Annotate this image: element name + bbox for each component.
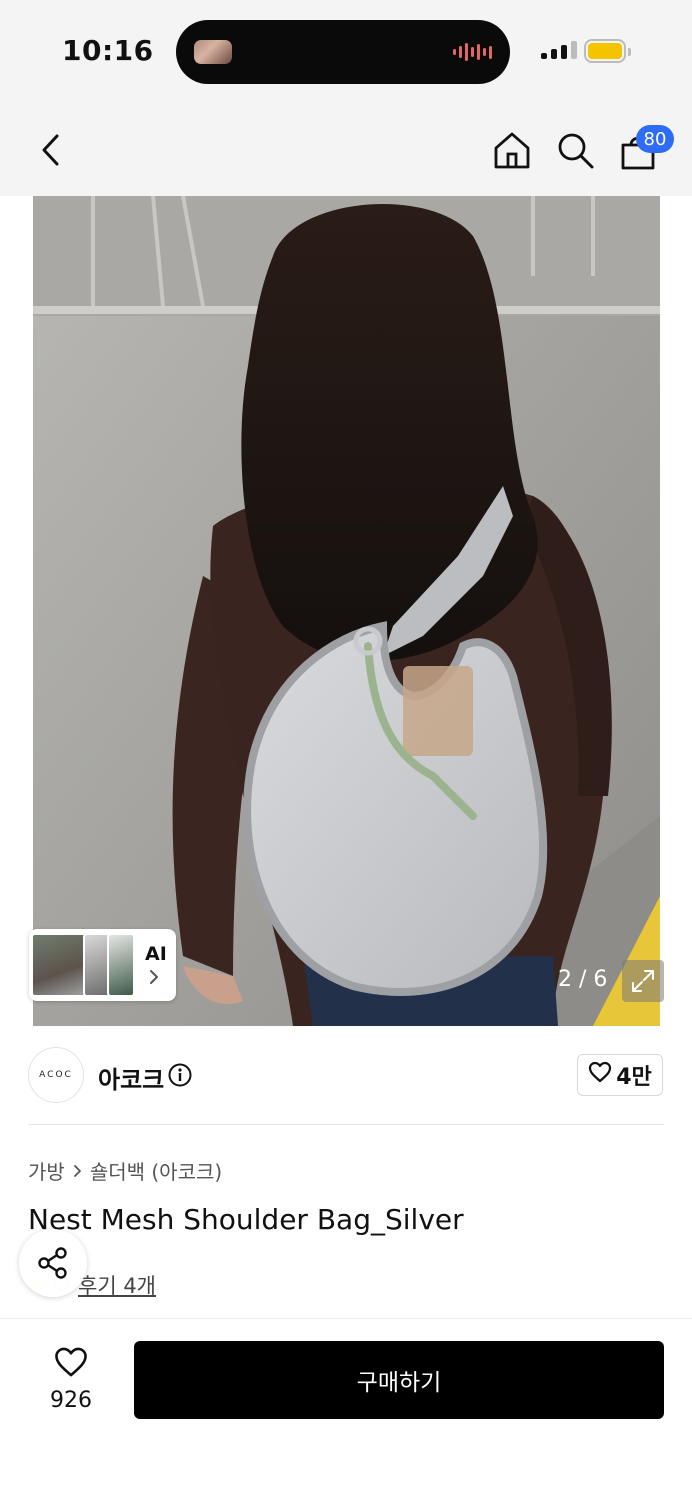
product-title: Nest Mesh Shoulder Bag_Silver <box>28 1203 464 1236</box>
search-icon[interactable] <box>553 128 597 172</box>
top-nav <box>0 100 692 196</box>
heart-icon <box>588 1061 612 1089</box>
status-bar: 10:16 <box>0 0 692 100</box>
chevron-right-icon <box>73 1159 82 1183</box>
breadcrumb-item[interactable]: 가방 <box>28 1156 65 1185</box>
back-icon[interactable] <box>28 128 72 172</box>
brand-logo[interactable]: ACOC <box>28 1047 84 1103</box>
now-playing-thumbnail <box>194 40 232 64</box>
product-image[interactable] <box>33 196 660 1026</box>
heart-icon <box>53 1347 89 1382</box>
divider <box>28 1124 664 1125</box>
brand-logo-text: ACOC <box>39 1070 73 1080</box>
cart-count-badge: 80 <box>636 125 674 153</box>
ai-thumbnail <box>107 933 135 997</box>
signal-icon <box>541 41 577 59</box>
breadcrumb: 가방 숄더백 (아코크) <box>28 1156 222 1185</box>
brand-like-count: 4만 <box>616 1065 652 1090</box>
review-link[interactable]: 후기 4개 <box>78 1270 156 1300</box>
wishlist-button[interactable]: 926 <box>40 1346 102 1413</box>
expand-icon[interactable] <box>622 960 664 1002</box>
wish-count: 926 <box>50 1388 92 1413</box>
buy-button[interactable]: 구매하기 <box>134 1341 664 1419</box>
image-page-counter: 2 / 6 <box>558 967 608 992</box>
share-icon[interactable] <box>19 1229 87 1297</box>
battery-icon <box>584 39 631 63</box>
brand-name[interactable]: 아코크 <box>98 1060 164 1095</box>
screen: 10:16 80 AI 2 / 6 ACOC 아코크 4만 가방 숄더백 (아코… <box>0 0 692 1500</box>
brand-like-button[interactable]: 4만 <box>577 1054 663 1096</box>
status-time: 10:16 <box>62 34 154 67</box>
breadcrumb-item[interactable]: 숄더백 (아코크) <box>90 1156 222 1185</box>
ai-similar-items-button[interactable]: AI <box>29 929 176 1001</box>
dynamic-island[interactable] <box>176 20 510 84</box>
home-icon[interactable] <box>490 128 534 172</box>
ai-thumbnail <box>31 933 89 997</box>
chevron-right-icon <box>149 969 159 989</box>
ai-label: AI <box>145 943 167 965</box>
info-icon[interactable] <box>168 1063 192 1087</box>
audio-wave-icon <box>453 42 492 62</box>
